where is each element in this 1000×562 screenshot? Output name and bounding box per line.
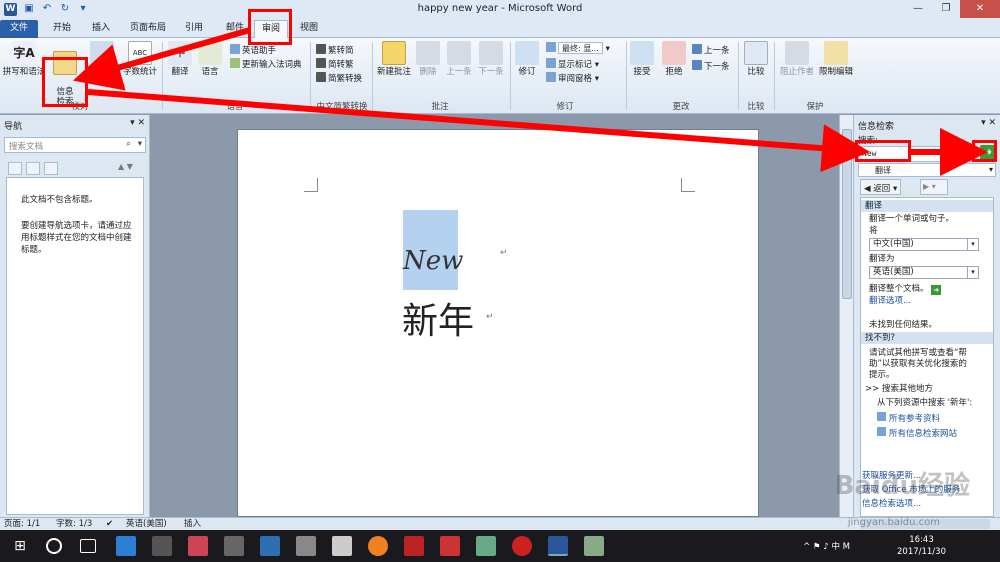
annotation-arrows xyxy=(72,27,988,176)
arrow-review-to-research xyxy=(72,27,251,91)
arrow-research-to-search xyxy=(87,89,870,173)
